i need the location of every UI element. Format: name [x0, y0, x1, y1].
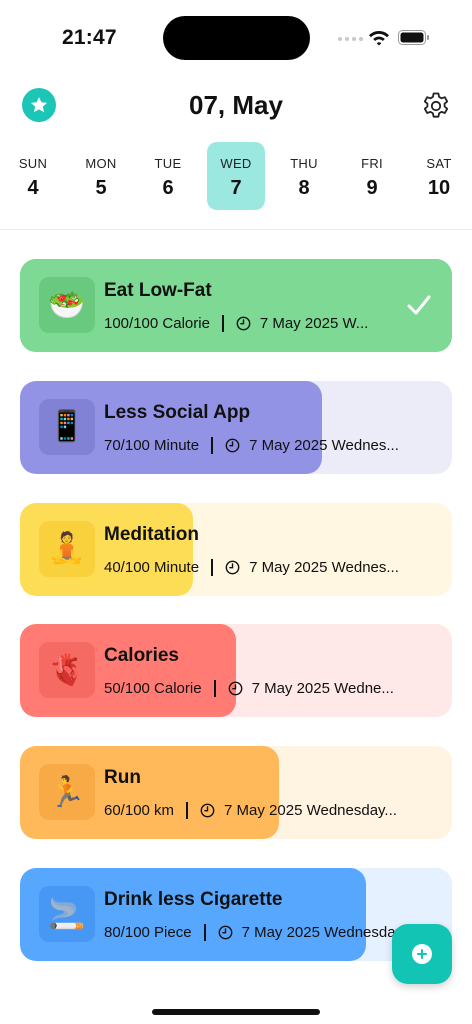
separator — [186, 802, 189, 820]
habit-progress-text: 60/100 km — [104, 802, 175, 820]
day-name: TUE — [154, 156, 182, 171]
day-thu[interactable]: THU 8 — [275, 142, 333, 210]
day-name: FRI — [361, 156, 383, 171]
habit-date: 7 May 2025 Wednesday — [241, 924, 404, 941]
page-title: 07, May — [189, 90, 283, 120]
day-number: 7 — [230, 177, 242, 199]
day-sun[interactable]: SUN 4 — [4, 142, 62, 210]
habit-meta: 50/100 Calorie 7 May 2025 Wedne... — [104, 680, 394, 698]
day-number: 8 — [298, 177, 310, 199]
day-number: 10 — [427, 177, 451, 199]
clock-icon — [228, 681, 243, 696]
habit-date: 7 May 2025 Wednes... — [249, 436, 399, 454]
habit-meta: 60/100 km 7 May 2025 Wednesday... — [104, 802, 397, 820]
wifi-icon — [369, 31, 389, 46]
habit-icon: 🚬 — [39, 886, 95, 942]
day-mon[interactable]: MON 5 — [72, 142, 130, 210]
habit-progress-text: 70/100 Minute — [104, 436, 200, 454]
separator — [203, 924, 206, 941]
cellular-signal-icon — [338, 37, 363, 41]
habit-date: 7 May 2025 W... — [259, 315, 369, 332]
day-number: 6 — [162, 177, 174, 199]
separator — [213, 680, 216, 698]
habit-date: 7 May 2025 Wednesday... — [224, 802, 397, 820]
habit-title: Less Social App — [104, 401, 251, 423]
habit-icon: 🫀 — [39, 642, 95, 699]
divider — [0, 229, 472, 230]
add-habit-button[interactable] — [392, 924, 452, 984]
habit-card[interactable]: 🚬 Drink less Cigarette 80/100 Piece 7 May 2… — [20, 868, 452, 961]
day-fri[interactable]: FRI 9 — [343, 142, 401, 210]
clock-icon — [200, 803, 215, 818]
gear-icon[interactable] — [420, 90, 452, 122]
habit-title: Calories — [104, 645, 179, 667]
habit-meta: 100/100 Calorie 7 May 2025 W... — [104, 315, 368, 332]
day-name: SUN — [18, 156, 48, 171]
habit-title: Drink less Cigarette — [104, 889, 283, 910]
habit-icon: 🏃 — [39, 764, 95, 821]
separator — [211, 436, 214, 454]
home-indicator — [152, 1009, 320, 1015]
habit-card[interactable]: 🧘 Meditation 40/100 Minute 7 May 2025 Wedne… — [20, 502, 452, 596]
habit-card[interactable]: 🥗 Eat Low-Fat 100/100 Calorie 7 May 2025 W.… — [20, 259, 452, 352]
day-name: WED — [220, 156, 252, 171]
day-number: 5 — [95, 177, 107, 199]
clock-icon — [236, 316, 251, 331]
habit-card[interactable]: 📱 Less Social App 70/100 Minute 7 May 2025 … — [20, 380, 452, 474]
habit-progress-text: 50/100 Calorie — [104, 680, 202, 698]
check-icon — [407, 295, 431, 315]
status-bar: 21:47 — [0, 0, 472, 78]
day-tue[interactable]: TUE 6 — [139, 142, 197, 210]
clock-icon — [218, 925, 233, 940]
header: 07, May — [0, 78, 472, 136]
habit-meta: 40/100 Minute 7 May 2025 Wednes... — [104, 558, 399, 576]
day-wed[interactable]: WED 7 — [207, 142, 265, 210]
habit-card[interactable]: 🫀 Calories 50/100 Calorie 7 May 2025 Wedne.… — [20, 624, 452, 718]
habit-date: 7 May 2025 Wednes... — [249, 558, 399, 576]
habit-progress-text: 100/100 Calorie — [104, 315, 210, 332]
habit-progress-text: 80/100 Piece — [104, 924, 192, 941]
habit-title: Eat Low-Fat — [104, 280, 212, 301]
dynamic-island — [163, 16, 310, 60]
day-sat[interactable]: SAT 10 — [410, 142, 468, 210]
habit-meta: 70/100 Minute 7 May 2025 Wednes... — [104, 436, 399, 454]
habit-progress-text: 40/100 Minute — [104, 558, 200, 576]
habit-title: Meditation — [104, 523, 199, 545]
day-name: SAT — [426, 156, 452, 171]
day-number: 9 — [366, 177, 378, 199]
day-name: THU — [290, 156, 318, 171]
habit-icon: 🧘 — [39, 520, 95, 577]
habit-card[interactable]: 🏃 Run 60/100 km 7 May 2025 Wednesday... — [20, 746, 452, 840]
separator — [211, 558, 214, 576]
habit-icon: 🥗 — [39, 277, 95, 333]
clock-icon — [225, 560, 240, 575]
habit-title: Run — [104, 767, 141, 789]
habit-date: 7 May 2025 Wedne... — [251, 680, 394, 698]
habit-icon: 📱 — [39, 398, 95, 455]
battery-icon — [398, 30, 429, 45]
clock-icon — [225, 438, 240, 453]
day-number: 4 — [27, 177, 39, 199]
week-strip: SUN 4 MON 5 TUE 6 WED 7 THU 8 FRI 9 SAT 10 — [0, 142, 472, 214]
habit-meta: 80/100 Piece 7 May 2025 Wednesday — [104, 924, 403, 941]
status-time: 21:47 — [62, 26, 117, 49]
plus-icon — [412, 944, 432, 964]
separator — [221, 315, 224, 332]
day-name: MON — [85, 156, 117, 171]
